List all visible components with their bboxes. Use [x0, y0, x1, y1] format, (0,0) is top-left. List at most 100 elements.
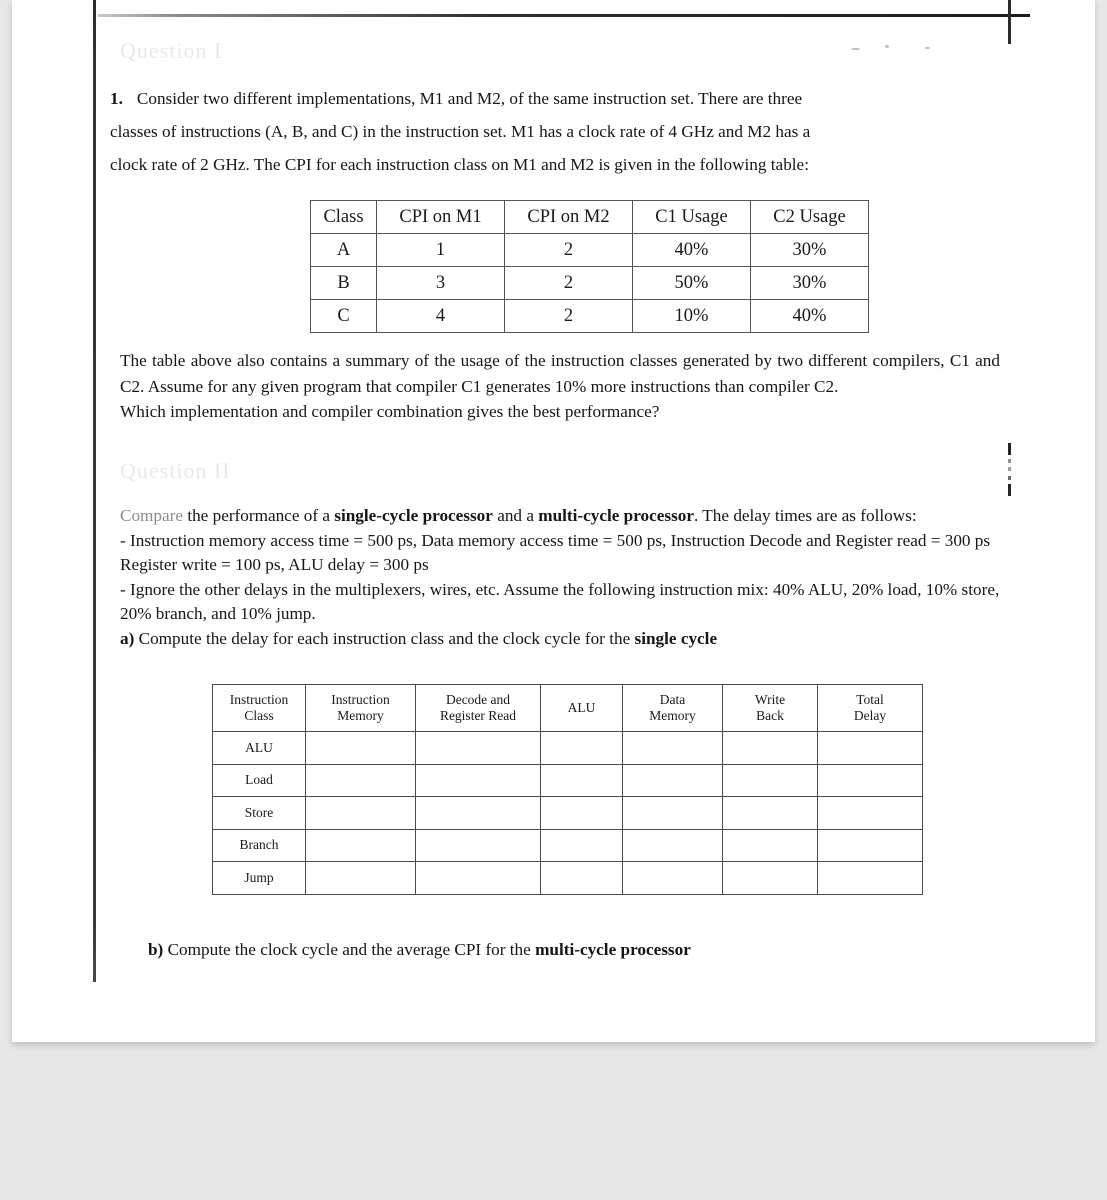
delay-cell-decode[interactable] [415, 731, 541, 765]
delay-row-label: ALU [212, 731, 306, 765]
delay-header-write-back: Write Back [722, 684, 818, 732]
best-performance-question-faded-word: Which [120, 402, 166, 421]
delay-cell-alu[interactable] [540, 828, 623, 862]
part-a-bold: single cycle [634, 628, 718, 648]
delay-cell-decode[interactable] [415, 828, 541, 862]
cpi-cell-c1-usage: 50% [632, 266, 751, 300]
cpi-cell-m1: 4 [376, 299, 505, 333]
delay-cell-write-back[interactable] [722, 731, 818, 765]
scan-speckle [851, 48, 860, 50]
delay-cell-data-memory[interactable] [622, 828, 723, 862]
question-1-line-3: clock rate of 2 GHz. The CPI for each in… [110, 155, 809, 174]
delay-header-decode-line2: Register Read [439, 708, 517, 723]
delay-cell-total[interactable] [817, 861, 923, 895]
table-row: Store [212, 796, 923, 830]
scan-speckle [925, 47, 930, 49]
ghost-heading-question-1: Question I [120, 38, 223, 63]
table-row: Branch [212, 828, 923, 862]
scan-edge-line-left [93, 0, 96, 982]
delay-cell-alu[interactable] [540, 731, 623, 765]
question-2-intro-part1: the performance of a [183, 506, 335, 525]
delay-cell-data-memory[interactable] [622, 731, 723, 765]
delay-cell-decode[interactable] [415, 861, 541, 895]
delay-row-label: Branch [212, 828, 306, 862]
delay-table-head: Instruction Class Instruction Memory Dec… [212, 684, 923, 732]
delay-header-instruction-memory-line1: Instruction [331, 692, 390, 707]
cpi-cell-m1: 1 [376, 233, 505, 267]
cpi-cell-c2-usage: 30% [750, 233, 869, 267]
delay-cell-total[interactable] [817, 828, 923, 862]
best-performance-question-rest: implementation and compiler combination … [165, 402, 660, 421]
delay-cell-write-back[interactable] [722, 828, 818, 862]
delay-cell-alu[interactable] [540, 763, 623, 797]
cpi-cell-m1: 3 [376, 266, 505, 300]
delay-cell-instruction-memory[interactable] [305, 796, 416, 830]
part-b-label: b) [148, 940, 164, 959]
delay-table-header-row: Instruction Class Instruction Memory Dec… [212, 684, 923, 732]
delay-cell-write-back[interactable] [722, 796, 818, 830]
cpi-table: Class CPI on M1 CPI on M2 C1 Usage C2 Us… [310, 200, 869, 333]
cpi-table-body: A 1 2 40% 30% B 3 2 50% 30% C 4 2 10% 40… [310, 233, 869, 333]
cpi-table-header-row: Class CPI on M1 CPI on M2 C1 Usage C2 Us… [310, 200, 869, 234]
delay-cell-instruction-memory[interactable] [305, 861, 416, 895]
delay-cell-write-back[interactable] [722, 763, 818, 797]
delay-cell-data-memory[interactable] [622, 796, 723, 830]
part-a-line: a) Compute the delay for each instructio… [120, 627, 1000, 652]
cpi-table-head: Class CPI on M1 CPI on M2 C1 Usage C2 Us… [310, 200, 869, 234]
single-cycle-processor-bold: single-cycle processor [334, 506, 493, 525]
delay-cell-decode[interactable] [415, 796, 541, 830]
delay-header-write-back-line2: Back [756, 708, 784, 723]
delay-times-bullet-1: - Instruction memory access time = 500 p… [120, 530, 991, 575]
question-1-line-1: 1. Consider two different implementations… [110, 82, 1000, 115]
delay-header-decode-line1: Decode and [445, 692, 511, 707]
delay-table: Instruction Class Instruction Memory Dec… [212, 684, 923, 895]
best-performance-question: Which implementation and compiler combin… [120, 399, 1000, 425]
delay-table-body: ALU Load Store Branch Jump [212, 731, 923, 895]
delay-header-alu: ALU [540, 684, 623, 732]
question-1-line-2: classes of instructions (A, B, and C) in… [110, 122, 811, 141]
delay-header-instruction-memory-line2: Memory [337, 708, 384, 723]
cpi-cell-c2-usage: 30% [750, 266, 869, 300]
question-2-intro: Compare the performance of a single-cycl… [120, 504, 1000, 529]
delay-cell-instruction-memory[interactable] [305, 828, 416, 862]
delay-cell-total[interactable] [817, 731, 923, 765]
delay-header-instruction-class-line1: Instruction [229, 692, 289, 707]
question-2-intro-faded-word: Compare [120, 506, 184, 525]
delay-table-container: Instruction Class Instruction Memory Dec… [212, 684, 923, 895]
cpi-cell-c2-usage: 40% [750, 299, 869, 333]
scan-speckle [885, 45, 889, 48]
delay-row-label: Jump [212, 861, 306, 895]
screenshot-viewport: Question I Question II 1. Consider two di… [0, 0, 1107, 1200]
scan-edge-line-right-top [1008, 0, 1011, 44]
cpi-header-class: Class [310, 200, 377, 234]
table-row: ALU [212, 731, 923, 765]
delay-cell-alu[interactable] [540, 796, 623, 830]
table-row: Jump [212, 861, 923, 895]
delay-cell-data-memory[interactable] [622, 763, 723, 797]
delay-cell-instruction-memory[interactable] [305, 731, 416, 765]
delay-row-label: Load [212, 763, 306, 797]
part-b-text: Compute the clock cycle and the average … [163, 940, 536, 959]
delay-cell-instruction-memory[interactable] [305, 763, 416, 797]
part-a-text: Compute the delay for each instruction c… [134, 628, 635, 648]
delay-cell-total[interactable] [817, 796, 923, 830]
cpi-cell-c1-usage: 40% [632, 233, 751, 267]
part-a-label: a) [120, 628, 135, 648]
delay-cell-decode[interactable] [415, 763, 541, 797]
delay-header-data-memory: Data Memory [622, 684, 723, 732]
delay-header-decode-register-read: Decode and Register Read [415, 684, 541, 732]
cpi-cell-m2: 2 [504, 233, 633, 267]
delay-header-write-back-line1: Write [754, 692, 786, 707]
delay-cell-total[interactable] [817, 763, 923, 797]
scanned-page: Question I Question II 1. Consider two di… [12, 0, 1095, 1042]
table-row: B 3 2 50% 30% [310, 266, 869, 300]
cpi-header-cpi-m2: CPI on M2 [504, 200, 633, 234]
delay-cell-alu[interactable] [540, 861, 623, 895]
cpi-table-container: Class CPI on M1 CPI on M2 C1 Usage C2 Us… [310, 200, 869, 333]
table-row: Load [212, 763, 923, 797]
page-content: Question I Question II 1. Consider two di… [110, 0, 1000, 1000]
delay-header-instruction-class-line2: Class [244, 708, 274, 723]
delay-cell-write-back[interactable] [722, 861, 818, 895]
delay-cell-data-memory[interactable] [622, 861, 723, 895]
cpi-header-c2-usage: C2 Usage [750, 200, 869, 234]
